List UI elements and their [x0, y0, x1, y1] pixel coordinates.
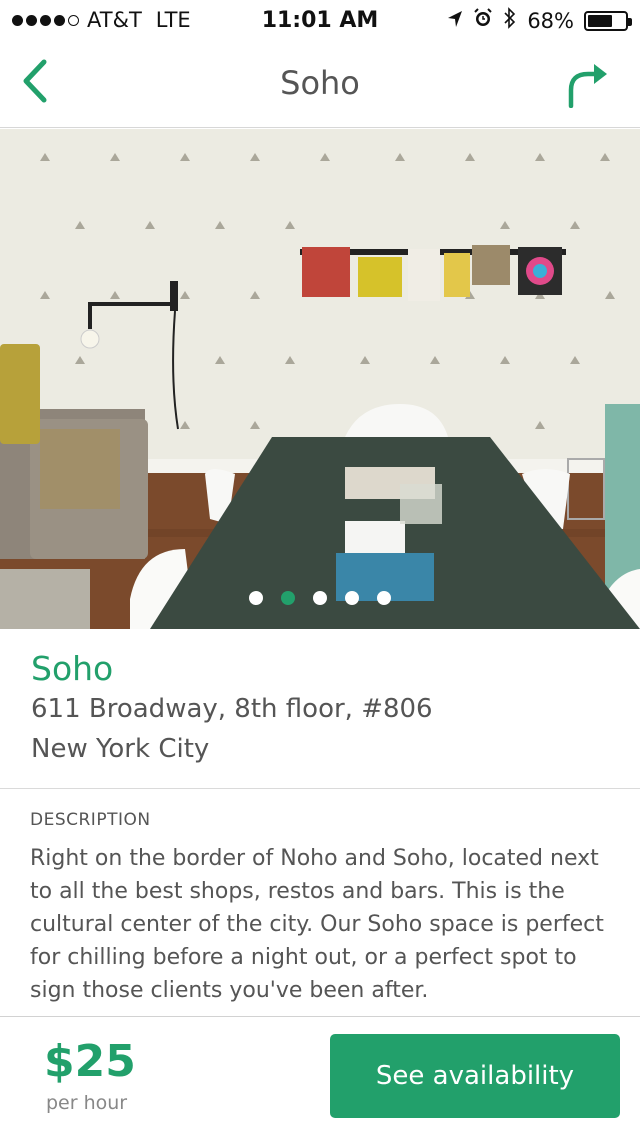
- gallery-page-dot[interactable]: [377, 591, 391, 605]
- location-arrow-icon: [447, 9, 463, 33]
- price-value: $25: [44, 1036, 136, 1087]
- space-name: Soho: [31, 649, 114, 688]
- battery-level: [588, 14, 613, 27]
- alarm-icon: [473, 8, 493, 33]
- share-arrow-icon: [566, 60, 610, 112]
- description-text: Right on the border of Noho and Soho, lo…: [30, 846, 604, 1003]
- battery-percent: 68%: [527, 8, 574, 33]
- address-line-2: New York City: [31, 734, 210, 764]
- gallery-page-dot[interactable]: [281, 591, 295, 605]
- space-photo-gallery[interactable]: [0, 129, 640, 629]
- description-section: DESCRIPTION Right on the border of Noho …: [0, 790, 640, 1017]
- space-info: Soho 611 Broadway, 8th floor, #806 New Y…: [0, 629, 640, 789]
- gallery-page-dot[interactable]: [345, 591, 359, 605]
- see-availability-button[interactable]: See availability: [330, 1034, 620, 1118]
- nav-bar: Soho: [0, 40, 640, 128]
- status-bar: AT&T LTE 11:01 AM 68%: [0, 0, 640, 40]
- battery-icon: [584, 10, 632, 31]
- description-label: DESCRIPTION: [30, 810, 151, 830]
- gallery-pager: [0, 591, 640, 605]
- bluetooth-icon: [503, 7, 517, 34]
- booking-bar: $25 per hour See availability: [0, 1018, 640, 1136]
- status-right: 68%: [447, 7, 632, 34]
- address-line-1: 611 Broadway, 8th floor, #806: [31, 694, 433, 724]
- page-title: Soho: [280, 64, 360, 102]
- room-photo: [0, 129, 640, 629]
- share-button[interactable]: [560, 58, 616, 114]
- price-unit: per hour: [46, 1092, 128, 1114]
- gallery-page-dot[interactable]: [249, 591, 263, 605]
- gallery-page-dot[interactable]: [313, 591, 327, 605]
